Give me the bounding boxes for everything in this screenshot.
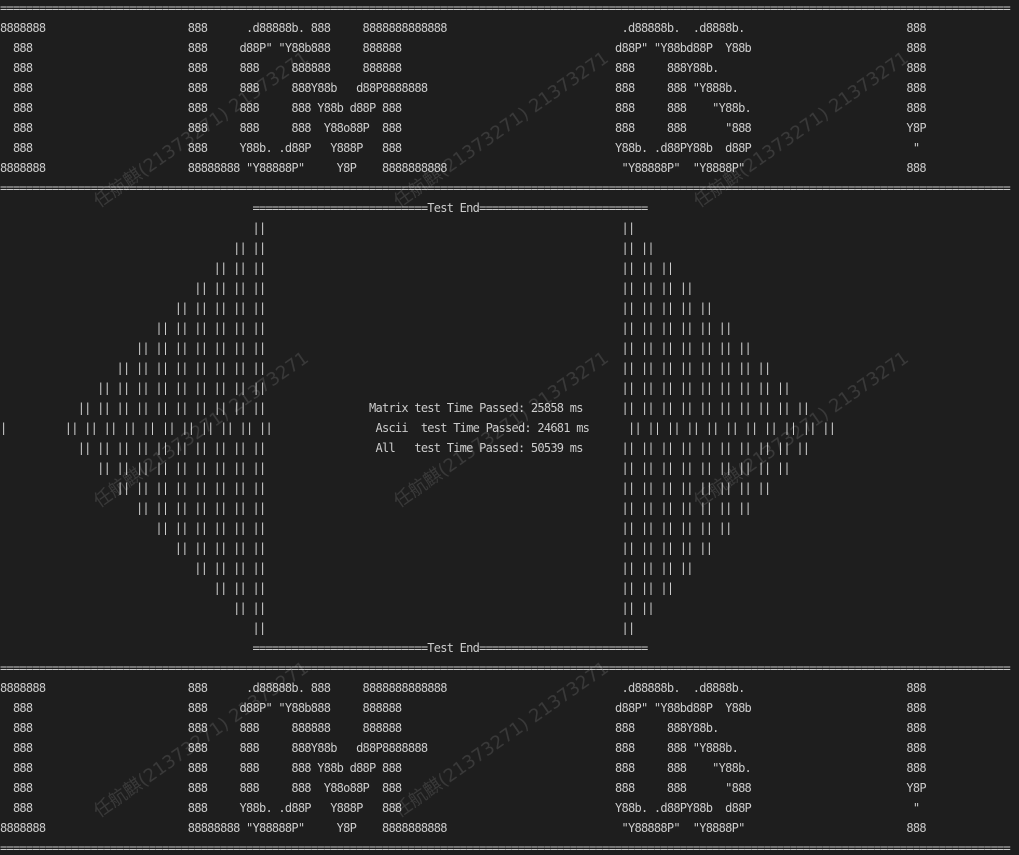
banner-top-line: 888 888 d88P" "Y88b888 888888 d88P" "Y88…	[0, 41, 927, 55]
banner-bottom-line: ========================================…	[0, 661, 1011, 675]
diamond-line: || ||	[0, 221, 635, 235]
banner-top-line: ========================================…	[0, 1, 1011, 15]
banner-bottom-line: 888 888 Y88b. .d88P Y888P 888 Y88b. .d88…	[0, 801, 920, 815]
banner-top-line: 888 888 888 888 Y88b d88P 888 888 888 "Y…	[0, 101, 927, 115]
diamond-line: || || || || || || || || || || || || || |…	[0, 381, 791, 395]
diamond-line: || ||	[0, 621, 635, 635]
diamond-line: || || || || || || || ||	[0, 281, 693, 295]
banner-top-line: ========================================…	[0, 181, 1011, 195]
banner-bottom-line: 888 888 888 888 Y88b d88P 888 888 888 "Y…	[0, 761, 927, 775]
diamond-line: || || || || || || || || || || Matrix tes…	[0, 401, 810, 415]
diamond-line: || || || || || || || || || || || || || |…	[0, 461, 791, 475]
banner-bottom-line: 888 888 888 888888 888888 888 888Y88b. 8…	[0, 721, 927, 735]
diamond-line: || || || || || ||	[0, 261, 674, 275]
banner-bottom-line: 888 888 888 888 Y88o88P 888 888 888 "888…	[0, 781, 927, 795]
diamond-line: || || || || || || || || || ||	[0, 301, 713, 315]
diamond-line: || || || || || || || || || || || || || |…	[0, 501, 752, 515]
diamond-line: || || || || || || || || || || || ||	[0, 521, 732, 535]
banner-top-line: 888 888 888 888888 888888 888 888Y88b. 8…	[0, 61, 927, 75]
banner-bottom-line: 888 888 888 888Y88b d88P8888888 888 888 …	[0, 741, 927, 755]
diamond-line: | || || || || || || || || || || || Ascii…	[0, 421, 836, 435]
diamond-line: || || || || || ||	[0, 581, 674, 595]
diamond-line: || || || || || || || || || || || || || |…	[0, 361, 772, 375]
banner-bottom-line: 888 888 d88P" "Y88b888 888888 d88P" "Y88…	[0, 701, 927, 715]
banner-bottom-line: 8888888 88888888 "Y88888P" Y8P 888888888…	[0, 821, 927, 835]
diamond-line: || || || || || || || ||	[0, 561, 693, 575]
banner-top-line: 888 888 888 888 Y88o88P 888 888 888 "888…	[0, 121, 927, 135]
banner-top-line: 8888888 888 .d88888b. 888 8888888888888 …	[0, 21, 927, 35]
diamond-line: || || || || || || || || || || || || || |…	[0, 481, 772, 495]
test-end-header: ===========================Test End=====…	[0, 201, 648, 215]
diamond-line: || || || || || || || || || || || ||	[0, 321, 732, 335]
test-end-footer: ===========================Test End=====…	[0, 641, 648, 655]
banner-top-line: 888 888 888 888Y88b d88P8888888 888 888 …	[0, 81, 927, 95]
banner-top-line: 888 888 Y88b. .d88P Y888P 888 Y88b. .d88…	[0, 141, 920, 155]
terminal-output[interactable]: ========================================…	[0, 0, 1019, 855]
diamond-line: || || || ||	[0, 601, 655, 615]
diamond-line: || || || || || || || || || ||	[0, 541, 713, 555]
diamond-line: || || || || || || || || || || || || || |…	[0, 341, 752, 355]
banner-bottom-line: ========================================…	[0, 841, 1011, 855]
diamond-line: || || || || || || || || || || All test T…	[0, 441, 810, 455]
diamond-line: || || || ||	[0, 241, 655, 255]
banner-top-line: 8888888 88888888 "Y88888P" Y8P 888888888…	[0, 161, 927, 175]
banner-bottom-line: 8888888 888 .d88888b. 888 8888888888888 …	[0, 681, 927, 695]
